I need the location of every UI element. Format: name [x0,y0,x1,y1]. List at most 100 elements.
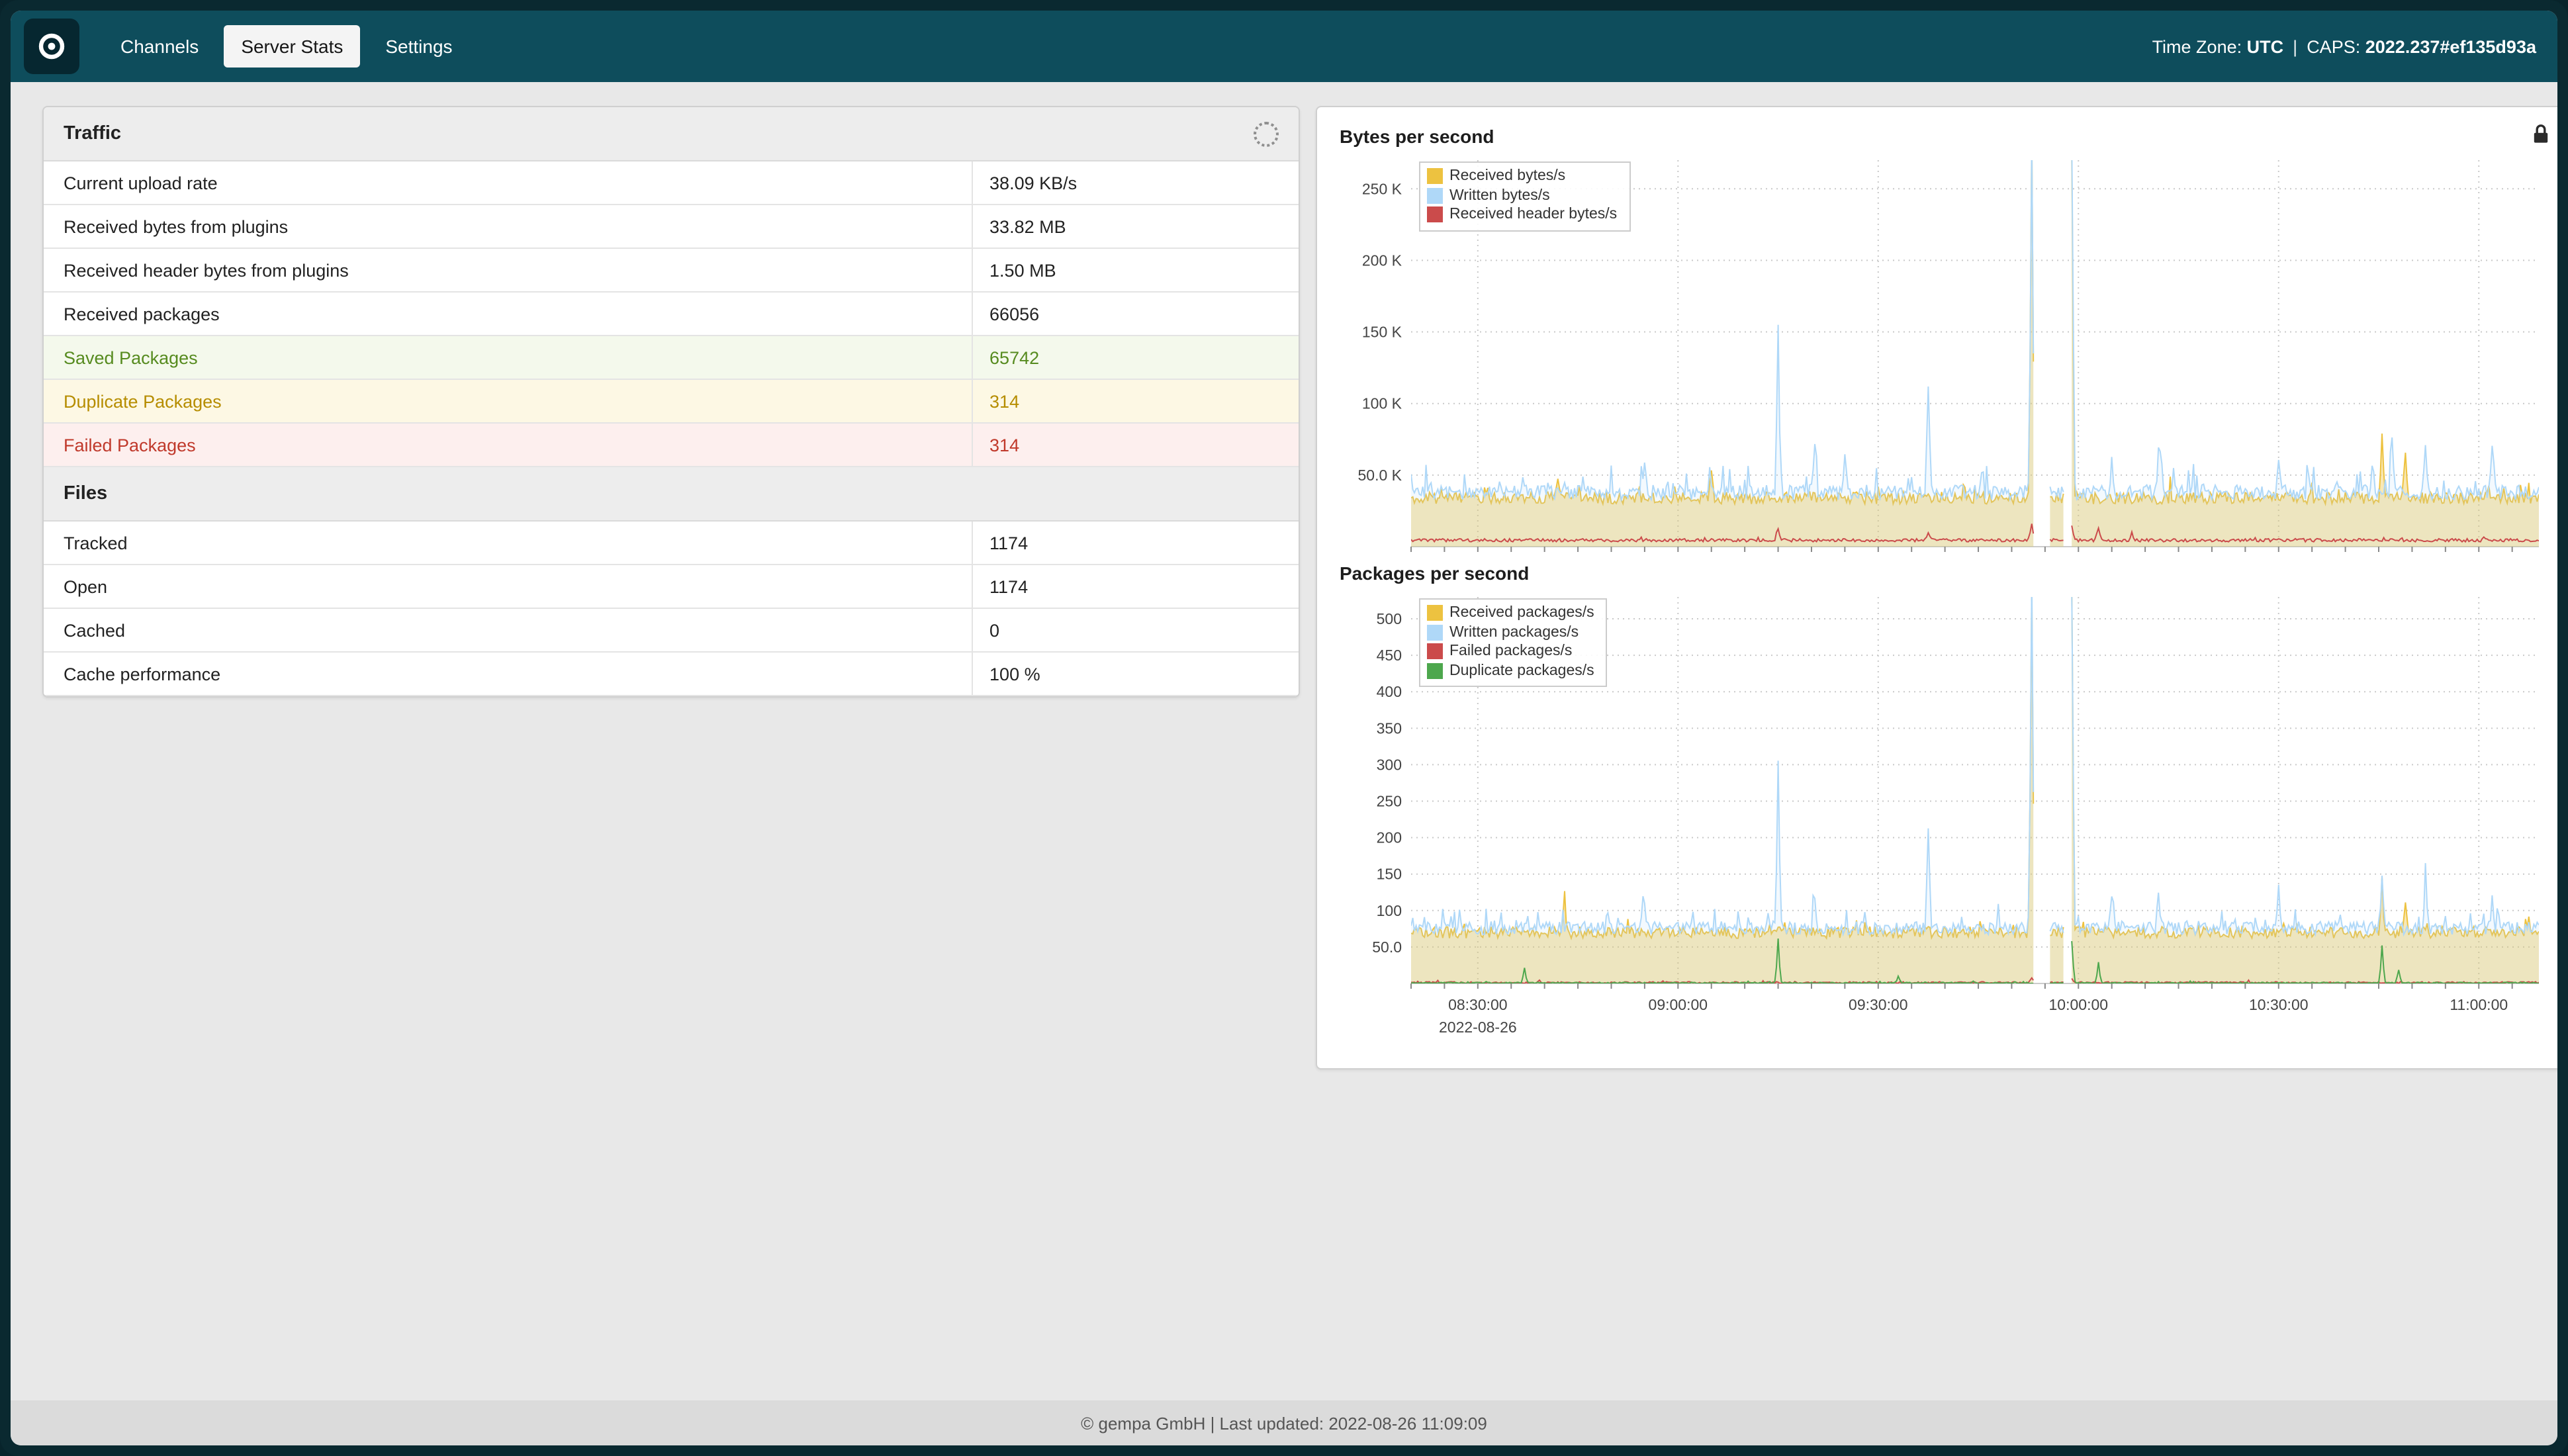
navbar: Channels Server Stats Settings Time Zone… [11,11,2557,82]
caps-label: CAPS: [2307,36,2360,56]
svg-text:50.0: 50.0 [1372,938,1402,956]
svg-text:09:30:00: 09:30:00 [1849,996,1908,1013]
row-value: 314 [972,424,1299,466]
table-row: Received packages66056 [44,293,1299,336]
gempa-logo-icon [34,29,69,64]
svg-text:150 K: 150 K [1362,324,1402,341]
svg-text:08:30:00: 08:30:00 [1448,996,1508,1013]
brand-logo[interactable] [24,19,79,74]
row-value: 65742 [972,336,1299,379]
row-label: Received packages [44,293,972,335]
legend-item: Written bytes/s [1427,186,1617,205]
legend-label: Duplicate packages/s [1449,661,1594,680]
nav-tabs: Channels Server Stats Settings [103,25,470,68]
legend-label: Written bytes/s [1449,186,1550,205]
window-frame: Channels Server Stats Settings Time Zone… [0,0,2568,1456]
nav-item-settings[interactable]: Settings [368,25,469,68]
table-row: Saved Packages65742 [44,336,1299,380]
bytes-per-second-chart[interactable]: 50.0 K 100 K 150 K 200 K 250 K Received bytes… [1337,152,2549,560]
legend-item: Duplicate packages/s [1427,661,1594,680]
legend-swatch-icon [1427,625,1443,641]
legend-item: Written packages/s [1427,623,1594,642]
row-value: 1.50 MB [972,249,1299,291]
legend-swatch-icon [1427,207,1443,223]
table-row: Current upload rate38.09 KB/s [44,161,1299,205]
svg-text:350: 350 [1377,719,1402,737]
svg-text:11:00:00: 11:00:00 [2450,996,2508,1013]
nav-item-server-stats[interactable]: Server Stats [224,25,360,68]
svg-text:10:00:00: 10:00:00 [2049,996,2109,1013]
row-value: 314 [972,380,1299,422]
server-info: Time Zone: UTC | CAPS: 2022.237#ef135d93a [2152,36,2536,56]
legend-swatch-icon [1427,188,1443,204]
files-table: Tracked1174Open1174Cached0Cache performa… [44,522,1299,696]
legend-label: Received bytes/s [1449,167,1565,186]
lock-icon[interactable] [2532,123,2549,144]
row-label: Received header bytes from plugins [44,249,972,291]
row-value: 1174 [972,565,1299,608]
legend-label: Failed packages/s [1449,642,1572,661]
nav-item-channels[interactable]: Channels [103,25,216,68]
legend-item: Failed packages/s [1427,642,1594,661]
legend-swatch-icon [1427,644,1443,660]
info-separator: | [2293,36,2297,56]
svg-text:09:00:00: 09:00:00 [1649,996,1708,1013]
caps-version: 2022.237#ef135d93a [2365,36,2536,56]
traffic-table: Current upload rate38.09 KB/sReceived by… [44,161,1299,467]
row-value: 33.82 MB [972,205,1299,248]
legend-label: Received packages/s [1449,604,1594,623]
row-label: Failed Packages [44,424,972,466]
svg-text:250: 250 [1377,793,1402,810]
table-row: Failed Packages314 [44,424,1299,467]
packages-per-second-chart[interactable]: 50.010015020025030035040045050008:30:002… [1337,589,2549,1050]
row-value: 100 % [972,653,1299,695]
svg-text:500: 500 [1377,610,1402,627]
row-label: Received bytes from plugins [44,205,972,248]
svg-text:100: 100 [1377,902,1402,919]
svg-text:400: 400 [1377,683,1402,700]
row-value: 1174 [972,522,1299,564]
svg-text:150: 150 [1377,866,1402,883]
svg-text:50.0 K: 50.0 K [1358,467,1402,484]
row-label: Duplicate Packages [44,380,972,422]
files-title: Files [64,483,107,504]
svg-text:450: 450 [1377,647,1402,664]
stats-panel: Traffic Current upload rate38.09 KB/sRec… [42,106,1300,698]
row-label: Cached [44,609,972,651]
footer: © gempa GmbH | Last updated: 2022-08-26 … [11,1400,2557,1445]
row-label: Tracked [44,522,972,564]
table-row: Cache performance100 % [44,653,1299,696]
row-label: Open [44,565,972,608]
svg-text:2022-08-26: 2022-08-26 [1439,1019,1517,1036]
legend-swatch-icon [1427,606,1443,621]
footer-text: © gempa GmbH | Last updated: 2022-08-26 … [1081,1413,1487,1433]
traffic-section-header: Traffic [44,107,1299,161]
svg-text:250 K: 250 K [1362,180,1402,197]
legend-label: Received header bytes/s [1449,205,1617,224]
charts-panel: Bytes per second 50.0 K 100 K 150 K 200 K 25… [1316,106,2557,1069]
table-row: Duplicate Packages314 [44,380,1299,424]
chart-title-bytes: Bytes per second [1340,126,2549,147]
legend-swatch-icon [1427,663,1443,679]
table-row: Tracked1174 [44,522,1299,565]
chart-legend: Received bytes/sWritten bytes/sReceived … [1419,161,1630,231]
row-label: Saved Packages [44,336,972,379]
row-label: Cache performance [44,653,972,695]
timezone-value: UTC [2247,36,2284,56]
svg-text:100 K: 100 K [1362,395,1402,412]
legend-item: Received bytes/s [1427,167,1617,186]
table-row: Open1174 [44,565,1299,609]
timezone-label: Time Zone: [2152,36,2242,56]
legend-item: Received header bytes/s [1427,205,1617,224]
table-row: Received header bytes from plugins1.50 M… [44,249,1299,293]
traffic-title: Traffic [64,123,121,144]
legend-label: Written packages/s [1449,623,1579,642]
table-row: Cached0 [44,609,1299,653]
svg-text:200: 200 [1377,829,1402,846]
svg-text:200 K: 200 K [1362,251,1402,269]
main-content: Traffic Current upload rate38.09 KB/sRec… [11,82,2557,1400]
app: Channels Server Stats Settings Time Zone… [11,11,2557,1445]
files-section-header: Files [44,467,1299,522]
svg-text:10:30:00: 10:30:00 [2249,996,2309,1013]
row-value: 0 [972,609,1299,651]
